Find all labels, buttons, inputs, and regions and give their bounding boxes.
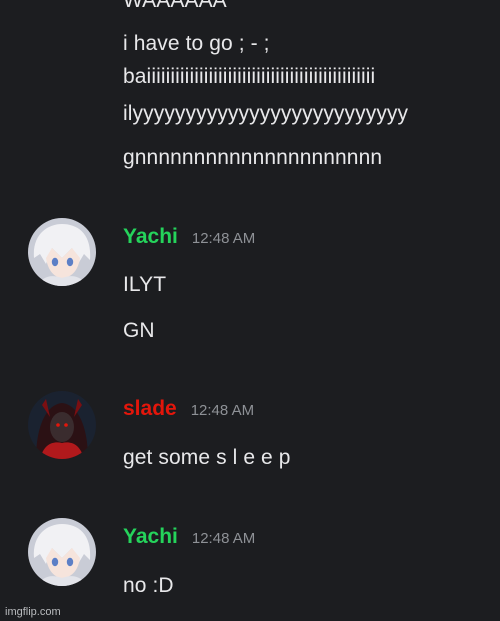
- timestamp: 12:48 AM: [191, 530, 256, 547]
- author-name[interactable]: Yachi: [123, 225, 178, 248]
- message-line: ILYT: [123, 273, 167, 296]
- message-line-cut-off: WAAAAAA: [123, 0, 227, 12]
- message-line: ilyyyyyyyyyyyyyyyyyyyyyyyyyy: [123, 102, 409, 125]
- imgflip-watermark: imgflip.com: [5, 606, 61, 618]
- message-line: gnnnnnnnnnnnnnnnnnnnnn: [123, 146, 383, 169]
- message-line: get some s l e e p: [123, 446, 291, 469]
- dark-avatar-red-icon: [28, 391, 96, 459]
- author-name[interactable]: Yachi: [123, 525, 178, 548]
- message-line: baiiiiiiiiiiiiiiiiiiiiiiiiiiiiiiiiiiiiii…: [123, 65, 376, 88]
- message-line: i have to go ; - ;: [123, 32, 270, 55]
- avatar-slade[interactable]: [28, 391, 96, 459]
- message-line: no :D: [123, 574, 174, 597]
- message-header: Yachi 12:48 AM: [123, 225, 255, 253]
- message-line: GN: [123, 319, 155, 342]
- anime-avatar-white-hair-icon: [28, 518, 96, 586]
- avatar-yachi[interactable]: [28, 218, 96, 286]
- timestamp: 12:48 AM: [190, 402, 255, 419]
- message-header: slade 12:48 AM: [123, 397, 254, 425]
- timestamp: 12:48 AM: [191, 230, 256, 247]
- anime-avatar-white-hair-icon: [28, 218, 96, 286]
- message-header: Yachi 12:48 AM: [123, 525, 255, 553]
- avatar-yachi[interactable]: [28, 518, 96, 586]
- author-name[interactable]: slade: [123, 397, 177, 420]
- chat-log: WAAAAAA i have to go ; - ; baiiiiiiiiiii…: [0, 0, 500, 621]
